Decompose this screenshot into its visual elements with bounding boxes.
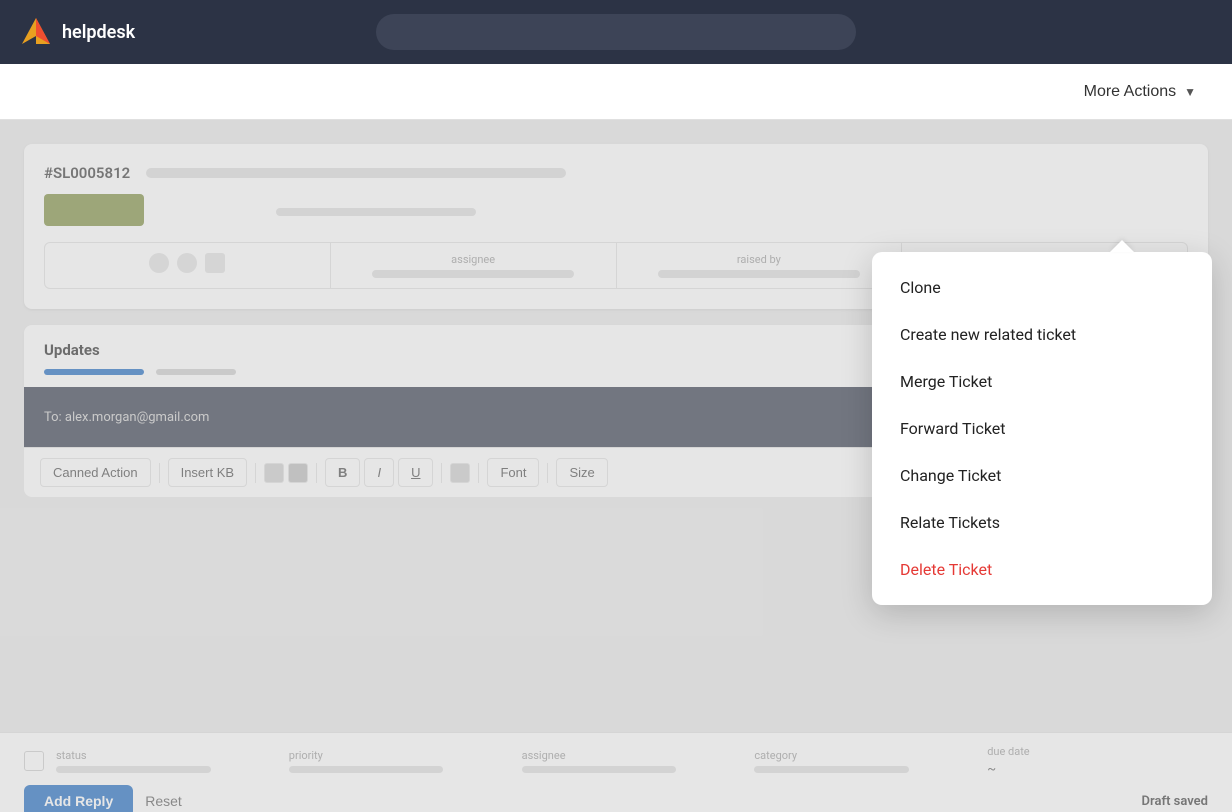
search-container bbox=[376, 14, 856, 50]
add-reply-button[interactable]: Add Reply bbox=[24, 785, 133, 812]
status-label: status bbox=[56, 749, 277, 762]
color-picker-2[interactable] bbox=[288, 463, 308, 483]
more-actions-dropdown[interactable]: CloneCreate new related ticketMerge Tick… bbox=[872, 252, 1212, 605]
action-icon bbox=[205, 253, 225, 273]
priority-value-placeholder bbox=[289, 766, 444, 773]
insert-kb-button[interactable]: Insert KB bbox=[168, 458, 247, 487]
assignee-value-placeholder bbox=[372, 270, 574, 278]
navbar: helpdesk bbox=[0, 0, 1232, 64]
assignee-value-placeholder bbox=[522, 766, 677, 773]
main-content: #SL0005812 assignee raised by bbox=[0, 120, 1232, 812]
logo-icon bbox=[20, 16, 52, 48]
ticket-header: #SL0005812 bbox=[44, 164, 1188, 182]
ticket-status-button[interactable] bbox=[44, 194, 144, 226]
star-outline-icon bbox=[177, 253, 197, 273]
ticket-subtitle-placeholder bbox=[276, 208, 476, 216]
raised-by-label: raised by bbox=[737, 253, 781, 266]
star-icon bbox=[149, 253, 169, 273]
dropdown-item-change-ticket[interactable]: Change Ticket bbox=[872, 452, 1212, 499]
toolbar-divider-2 bbox=[255, 463, 256, 483]
logo: helpdesk bbox=[20, 16, 135, 48]
bold-button[interactable]: B bbox=[325, 458, 360, 487]
canned-action-button[interactable]: Canned Action bbox=[40, 458, 151, 487]
reply-to: To: alex.morgan@gmail.com bbox=[44, 410, 209, 425]
underline-button[interactable]: U bbox=[398, 458, 433, 487]
dropdown-item-clone[interactable]: Clone bbox=[872, 264, 1212, 311]
meta-icons-item bbox=[45, 243, 331, 288]
more-actions-button[interactable]: More Actions ▼ bbox=[1072, 75, 1208, 109]
due-date-field: due date ~ bbox=[987, 745, 1208, 777]
meta-icons bbox=[149, 253, 225, 273]
toolbar-divider-4 bbox=[441, 463, 442, 483]
select-checkbox[interactable] bbox=[24, 751, 44, 771]
assignee-field: assignee bbox=[522, 749, 743, 773]
due-date-label: due date bbox=[987, 745, 1208, 758]
assignee-label: assignee bbox=[522, 749, 743, 762]
logo-text: helpdesk bbox=[62, 22, 135, 43]
reset-button[interactable]: Reset bbox=[145, 793, 182, 809]
priority-field: priority bbox=[289, 749, 510, 773]
ticket-id: #SL0005812 bbox=[44, 164, 130, 182]
tab-inactive[interactable] bbox=[156, 369, 236, 375]
color-picker-1[interactable] bbox=[264, 463, 284, 483]
meta-assignee: assignee bbox=[331, 243, 617, 288]
meta-raised-by: raised by bbox=[617, 243, 903, 288]
draft-saved: Draft saved bbox=[1142, 794, 1208, 809]
toolbar-divider-1 bbox=[159, 463, 160, 483]
toolbar-divider-3 bbox=[316, 463, 317, 483]
dropdown-item-delete-ticket[interactable]: Delete Ticket bbox=[872, 546, 1212, 593]
font-button[interactable]: Font bbox=[487, 458, 539, 487]
assignee-label: assignee bbox=[451, 253, 495, 266]
bottom-bar: status priority assignee category due da… bbox=[0, 732, 1232, 812]
more-actions-label: More Actions bbox=[1084, 83, 1176, 101]
category-label: category bbox=[754, 749, 975, 762]
size-button[interactable]: Size bbox=[556, 458, 607, 487]
ticket-title-placeholder bbox=[146, 168, 566, 178]
tab-active[interactable] bbox=[44, 369, 144, 375]
status-value-placeholder bbox=[56, 766, 211, 773]
search-input[interactable] bbox=[376, 14, 856, 50]
bottom-actions: Add Reply Reset Draft saved bbox=[24, 785, 1208, 812]
dropdown-item-merge-ticket[interactable]: Merge Ticket bbox=[872, 358, 1212, 405]
italic-button[interactable]: I bbox=[364, 458, 394, 487]
dropdown-arrow bbox=[1110, 240, 1134, 252]
header-bar: More Actions ▼ bbox=[0, 64, 1232, 120]
raised-by-value-placeholder bbox=[658, 270, 860, 278]
status-field: status bbox=[56, 749, 277, 773]
dropdown-item-relate-tickets[interactable]: Relate Tickets bbox=[872, 499, 1212, 546]
category-value-placeholder bbox=[754, 766, 909, 773]
priority-label: priority bbox=[289, 749, 510, 762]
toolbar-divider-5 bbox=[478, 463, 479, 483]
color-picker-3[interactable] bbox=[450, 463, 470, 483]
dropdown-item-forward-ticket[interactable]: Forward Ticket bbox=[872, 405, 1212, 452]
dropdown-item-create-new-related-ticket[interactable]: Create new related ticket bbox=[872, 311, 1212, 358]
due-date-value: ~ bbox=[987, 762, 1208, 777]
category-field: category bbox=[754, 749, 975, 773]
ticket-fields: status priority assignee category due da… bbox=[24, 745, 1208, 777]
chevron-down-icon: ▼ bbox=[1184, 85, 1196, 99]
toolbar-divider-6 bbox=[547, 463, 548, 483]
